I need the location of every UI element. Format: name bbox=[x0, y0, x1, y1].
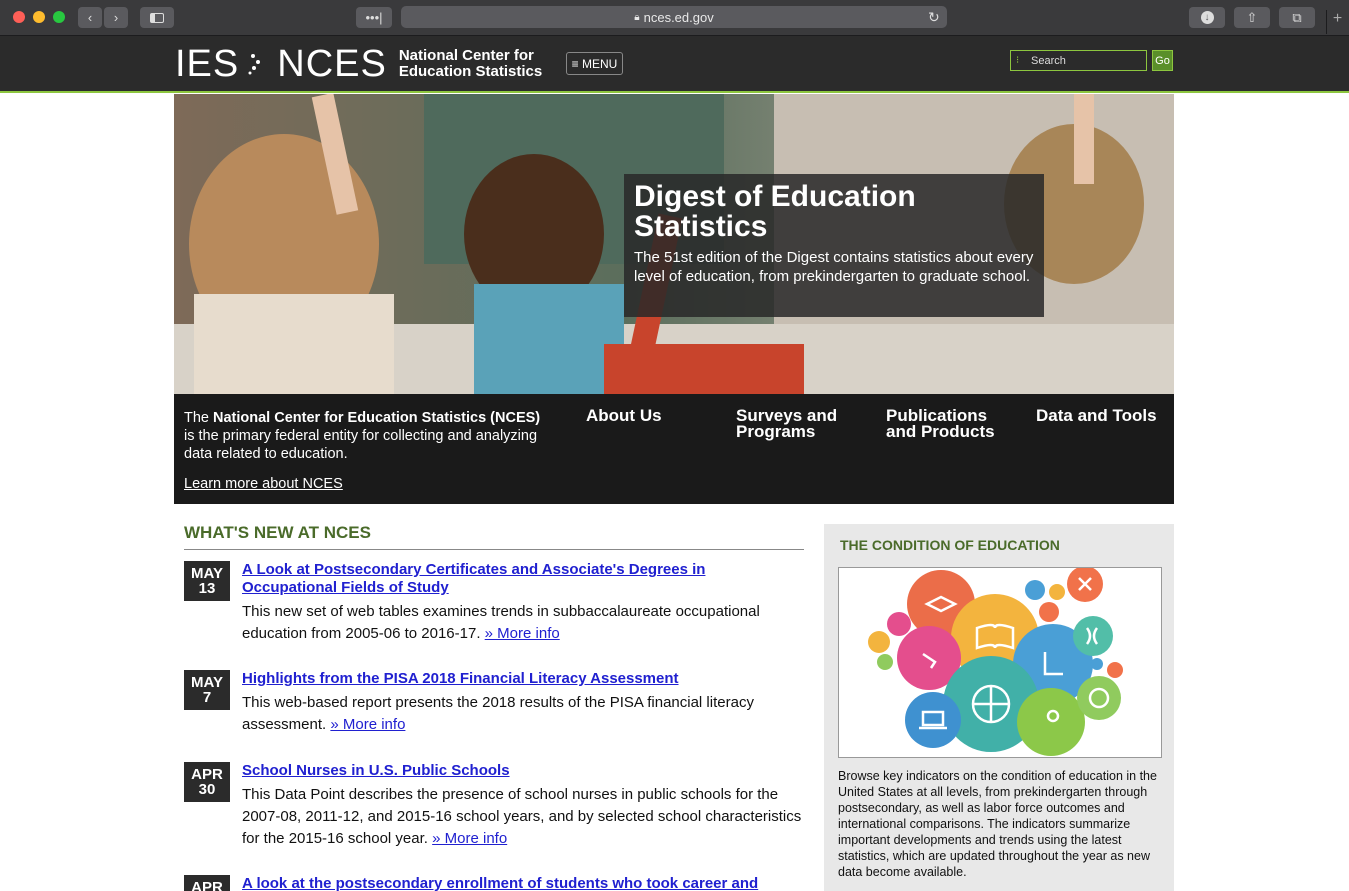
news-body: School Nurses in U.S. Public Schools Thi… bbox=[242, 762, 804, 850]
more-info-link[interactable]: » More info bbox=[485, 625, 560, 642]
news-item: APR A look at the postsecondary enrollme… bbox=[184, 875, 804, 891]
divider bbox=[184, 549, 804, 550]
chevron-right-icon: › bbox=[113, 10, 119, 25]
date-badge: MAY 7 bbox=[184, 670, 230, 710]
logo-fullname: National Center for Education Statistics bbox=[399, 48, 542, 80]
date-month: MAY bbox=[191, 565, 223, 582]
intro-pre: The bbox=[184, 410, 214, 426]
download-icon: ↓ bbox=[1200, 11, 1214, 24]
maximize-window-button[interactable] bbox=[53, 11, 65, 23]
nav-surveys-programs[interactable]: Surveys and Programs bbox=[736, 407, 866, 440]
search-input[interactable]: ⁝ Search bbox=[1010, 50, 1147, 71]
new-tab-button[interactable]: + bbox=[1326, 10, 1348, 34]
hero-description: The 51st edition of the Digest contains … bbox=[634, 249, 1034, 285]
browser-toolbar: ‹ › •••| 🔒︎ nces.ed.gov ↻ ↓ ⇧ ⧉ + bbox=[0, 0, 1349, 36]
tabs-overview-button[interactable]: ⧉ bbox=[1279, 7, 1315, 28]
news-body: Highlights from the PISA 2018 Financial … bbox=[242, 670, 804, 736]
logo-ies: IES bbox=[175, 42, 240, 85]
date-day: 30 bbox=[198, 781, 216, 798]
address-bar[interactable]: 🔒︎ nces.ed.gov bbox=[401, 6, 947, 28]
news-title-link[interactable]: Highlights from the PISA 2018 Financial … bbox=[242, 670, 804, 688]
nav-about-us[interactable]: About Us bbox=[586, 407, 716, 424]
sidebar-icon bbox=[150, 12, 164, 23]
forward-button[interactable]: › bbox=[104, 7, 128, 28]
intro-bold: National Center for Education Statistics… bbox=[213, 410, 541, 426]
dots-icon: •••| bbox=[365, 10, 383, 25]
date-day: 13 bbox=[198, 580, 216, 597]
news-title-link[interactable]: A Look at Postsecondary Certificates and… bbox=[242, 561, 804, 597]
more-info-link[interactable]: » More info bbox=[330, 716, 405, 733]
condition-heading[interactable]: THE CONDITION OF EDUCATION bbox=[840, 537, 1060, 553]
logo-dots-icon bbox=[248, 54, 261, 75]
go-button[interactable]: Go bbox=[1152, 50, 1173, 71]
news-description: This web-based report presents the 2018 … bbox=[242, 692, 804, 736]
share-button[interactable]: ⇧ bbox=[1234, 7, 1270, 28]
education-icons-illustration bbox=[868, 566, 1123, 756]
news-description: This new set of web tables examines tren… bbox=[242, 601, 804, 645]
more-info-link[interactable]: » More info bbox=[432, 830, 507, 847]
nces-logo[interactable]: IES NCES National Center for Education S… bbox=[175, 42, 542, 85]
date-badge: APR bbox=[184, 875, 230, 891]
sidebar-toggle-button[interactable] bbox=[140, 7, 174, 28]
news-desc-text: This Data Point describes the presence o… bbox=[242, 786, 802, 847]
downloads-button[interactable]: ↓ bbox=[1189, 7, 1225, 28]
news-body: A Look at Postsecondary Certificates and… bbox=[242, 561, 804, 645]
intro-band: The National Center for Education Statis… bbox=[174, 394, 1174, 504]
news-title-link[interactable]: A look at the postsecondary enrollment o… bbox=[242, 875, 804, 891]
nav-publications-products[interactable]: Publications and Products bbox=[886, 407, 1016, 440]
logo-line2: Education Statistics bbox=[398, 63, 543, 80]
news-desc-text: This web-based report presents the 2018 … bbox=[242, 694, 754, 733]
back-button[interactable]: ‹ bbox=[78, 7, 102, 28]
date-badge: APR 30 bbox=[184, 762, 230, 802]
share-icon: ⇧ bbox=[1246, 9, 1258, 25]
close-window-button[interactable] bbox=[13, 11, 25, 23]
lock-icon: 🔒︎ bbox=[634, 11, 640, 23]
learn-more-link[interactable]: Learn more about NCES bbox=[184, 476, 343, 492]
search-placeholder: Search bbox=[1031, 54, 1066, 67]
minimize-window-button[interactable] bbox=[33, 11, 45, 23]
extensions-button[interactable]: •••| bbox=[356, 7, 392, 28]
condition-panel: THE CONDITION OF EDUCATION Browse key in… bbox=[824, 524, 1174, 891]
menu-button[interactable]: ≡ MENU bbox=[566, 52, 623, 75]
nav-data-tools[interactable]: Data and Tools bbox=[1036, 407, 1166, 424]
whats-new-heading: WHAT'S NEW AT NCES bbox=[184, 523, 371, 542]
chevron-left-icon: ‹ bbox=[87, 10, 93, 25]
search-icon: ⁝ bbox=[1016, 55, 1020, 66]
date-month: APR bbox=[191, 879, 223, 891]
intro-post: is the primary federal entity for collec… bbox=[184, 428, 538, 462]
date-badge: MAY 13 bbox=[184, 561, 230, 601]
date-month: MAY bbox=[191, 674, 223, 691]
condition-description: Browse key indicators on the condition o… bbox=[838, 769, 1157, 879]
reload-icon[interactable]: ↻ bbox=[928, 9, 940, 26]
news-description: This Data Point describes the presence o… bbox=[242, 784, 804, 850]
nces-intro: The National Center for Education Statis… bbox=[184, 409, 544, 463]
hero-banner[interactable]: Digest of Education Statistics The 51st … bbox=[174, 94, 1174, 394]
date-day: 7 bbox=[202, 689, 212, 706]
logo-line1: National Center for bbox=[398, 47, 534, 64]
hero-title: Digest of Education Statistics bbox=[634, 180, 916, 243]
condition-infographic[interactable] bbox=[838, 566, 1162, 758]
hero-card[interactable]: Digest of Education Statistics The 51st … bbox=[624, 174, 1044, 317]
logo-nces: NCES bbox=[277, 42, 387, 85]
site-header: IES NCES National Center for Education S… bbox=[0, 36, 1349, 93]
url-text: nces.ed.gov bbox=[643, 9, 714, 25]
news-body: A look at the postsecondary enrollment o… bbox=[242, 875, 804, 891]
tabs-icon: ⧉ bbox=[1292, 9, 1302, 25]
date-month: APR bbox=[191, 766, 223, 783]
news-title-link[interactable]: School Nurses in U.S. Public Schools bbox=[242, 762, 804, 780]
